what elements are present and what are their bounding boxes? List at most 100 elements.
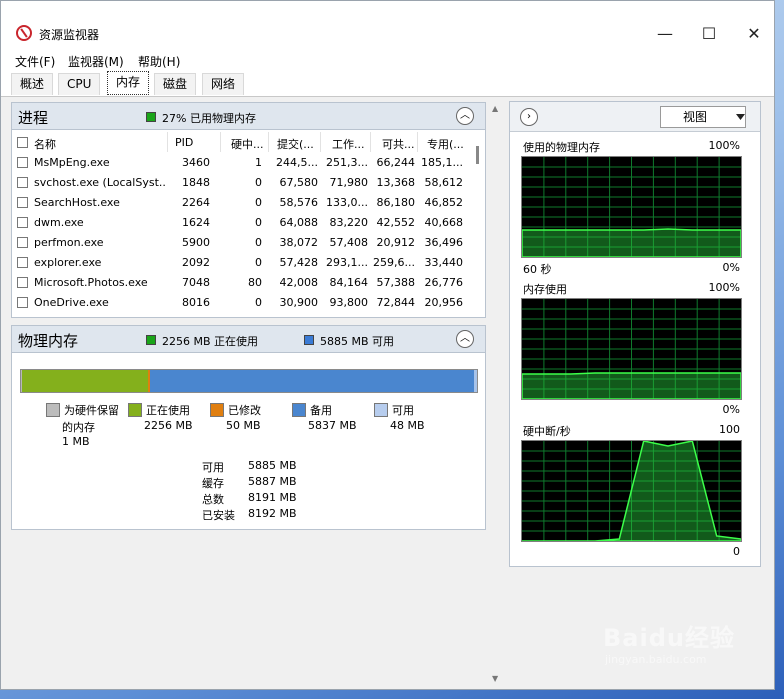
row-checkbox[interactable] — [17, 217, 28, 228]
cell-private: 185,1... — [421, 156, 463, 169]
summary-label: 缓存 — [202, 477, 224, 490]
baidu-watermark-url: jingyan.baidu.com — [605, 653, 707, 666]
table-row[interactable]: SearchHost.exe 2264 0 58,576 133,0... 86,180 4… — [12, 192, 472, 212]
menu-file[interactable]: 文件(F) — [15, 53, 55, 70]
cell-pid: 8016 — [182, 296, 210, 309]
tab-overview[interactable]: 概述 — [11, 73, 54, 95]
table-row[interactable]: OneDrive.exe 8016 0 30,900 93,800 72,844 20,95… — [12, 292, 472, 312]
legend-label-cont: 的内存 — [62, 421, 95, 434]
cell-commit: 30,900 — [279, 296, 319, 309]
cell-commit: 244,5... — [276, 156, 318, 169]
memory-composition-bar — [20, 369, 478, 393]
title-bar[interactable]: 资源监视器 — ☐ ✕ — [1, 1, 774, 49]
hard-faults-graph-min: 0 — [733, 545, 740, 558]
collapse-memory-button[interactable]: ︿ — [456, 330, 474, 348]
tab-memory[interactable]: 内存 — [107, 71, 150, 95]
column-pid[interactable]: PID — [175, 136, 193, 149]
cell-commit: 64,088 — [279, 216, 319, 229]
table-row[interactable]: svchost.exe (LocalSyst... 1848 0 67,580 71,9… — [12, 172, 472, 192]
column-name[interactable]: 名称 — [34, 136, 56, 152]
physical-memory-title: 物理内存 — [18, 332, 79, 350]
row-checkbox[interactable] — [17, 257, 28, 268]
left-pane-scrollbar[interactable]: ▲ ▼ — [491, 101, 503, 689]
cell-name: svchost.exe (LocalSyst... — [34, 176, 166, 189]
table-row[interactable]: dwm.exe 1624 0 64,088 83,220 42,552 40,668 — [12, 212, 472, 232]
row-checkbox[interactable] — [17, 297, 28, 308]
cell-name: Microsoft.Photos.exe — [34, 276, 148, 289]
row-checkbox[interactable] — [17, 277, 28, 288]
cell-commit: 58,576 — [279, 196, 319, 209]
cell-shareable: 86,180 — [376, 196, 416, 209]
cell-name: perfmon.exe — [34, 236, 104, 249]
physical-memory-series — [522, 228, 741, 257]
minimize-button[interactable]: — — [642, 19, 688, 49]
row-checkbox[interactable] — [17, 157, 28, 168]
bar-segment-free — [474, 370, 477, 392]
table-header-row: 名称 PID 硬中... 提交(... 工作... 可共... 专用(... — [12, 132, 472, 152]
cell-pid: 1848 — [182, 176, 210, 189]
memory-usage-series — [522, 372, 741, 399]
summary-value: 5887 MB — [248, 475, 297, 488]
column-private[interactable]: 专用(... — [427, 136, 464, 152]
tab-disk[interactable]: 磁盘 — [154, 73, 197, 95]
collapse-processes-button[interactable]: ︿ — [456, 107, 474, 125]
cell-pid: 2092 — [182, 256, 210, 269]
summary-value: 5885 MB — [248, 459, 297, 472]
processes-table: 名称 PID 硬中... 提交(... 工作... 可共... 专用(... M… — [11, 130, 486, 318]
select-all-checkbox[interactable] — [17, 137, 28, 148]
cell-private: 46,852 — [424, 196, 464, 209]
legend-value: 50 MB — [226, 419, 261, 432]
baidu-watermark: Baidu经验 jingyan.baidu.com — [603, 618, 753, 678]
summary-value: 8192 MB — [248, 507, 297, 520]
cell-pid: 1624 — [182, 216, 210, 229]
cell-working-set: 251,3... — [326, 156, 368, 169]
expand-graphs-button[interactable]: › — [520, 108, 538, 126]
legend-color-swatch — [374, 403, 388, 417]
memory-usage-graph-min: 0% — [722, 403, 740, 416]
bar-segment-in-use — [22, 370, 148, 392]
menu-help[interactable]: 帮助(H) — [138, 53, 180, 70]
row-checkbox[interactable] — [17, 237, 28, 248]
legend-value: 48 MB — [390, 419, 425, 432]
in-use-text: 2256 MB 正在使用 — [162, 335, 259, 348]
cell-private: 58,612 — [424, 176, 464, 189]
column-working-set[interactable]: 工作... — [332, 136, 365, 152]
tab-network[interactable]: 网络 — [202, 73, 245, 95]
legend-label: 为硬件保留 — [64, 404, 119, 417]
tab-cpu[interactable]: CPU — [58, 73, 101, 95]
processes-header[interactable]: 进程 27% 已用物理内存 ︿ — [11, 102, 486, 130]
maximize-button[interactable]: ☐ — [686, 19, 732, 49]
cell-working-set: 93,800 — [329, 296, 369, 309]
physical-memory-graph — [521, 156, 742, 258]
legend-value: 1 MB — [62, 435, 90, 448]
available-text: 5885 MB 可用 — [320, 335, 395, 348]
processes-scrollbar[interactable] — [471, 130, 485, 317]
legend-color-swatch — [292, 403, 306, 417]
cell-commit: 38,072 — [279, 236, 319, 249]
physical-memory-header[interactable]: 物理内存 2256 MB 正在使用 5885 MB 可用 ︿ — [11, 325, 486, 353]
menu-monitor[interactable]: 监视器(M) — [68, 53, 124, 70]
view-dropdown-arrow-icon[interactable] — [735, 106, 746, 128]
cell-private: 20,956 — [424, 296, 464, 309]
column-shareable[interactable]: 可共... — [382, 136, 415, 152]
cell-working-set: 71,980 — [329, 176, 369, 189]
close-button[interactable]: ✕ — [731, 19, 774, 49]
row-checkbox[interactable] — [17, 177, 28, 188]
summary-label: 已安装 — [202, 509, 235, 522]
row-checkbox[interactable] — [17, 197, 28, 208]
table-row[interactable]: explorer.exe 2092 0 57,428 293,1... 259,6... 3… — [12, 252, 472, 272]
legend-value: 5837 MB — [308, 419, 357, 432]
available-legend-icon — [304, 335, 314, 345]
tab-bar: 概述 CPU 内存 磁盘 网络 — [1, 71, 774, 97]
legend-value: 2256 MB — [144, 419, 193, 432]
table-row[interactable]: MsMpEng.exe 3460 1 244,5... 251,3... 66,244 18… — [12, 152, 472, 172]
column-hard-faults[interactable]: 硬中... — [231, 136, 264, 152]
physical-memory-panel: 为硬件保留 的内存 1 MB 正在使用 2256 MB 已修改 50 MB 备用 5837 MB… — [11, 353, 486, 530]
legend-color-swatch — [210, 403, 224, 417]
view-button[interactable]: 视图 — [660, 106, 746, 128]
table-row[interactable]: perfmon.exe 5900 0 38,072 57,408 20,912 36,496 — [12, 232, 472, 252]
table-row[interactable]: Microsoft.Photos.exe 7048 80 42,008 84,164 57… — [12, 272, 472, 292]
column-commit[interactable]: 提交(... — [277, 136, 314, 152]
cell-hard-faults: 0 — [255, 196, 262, 209]
cell-name: SearchHost.exe — [34, 196, 120, 209]
